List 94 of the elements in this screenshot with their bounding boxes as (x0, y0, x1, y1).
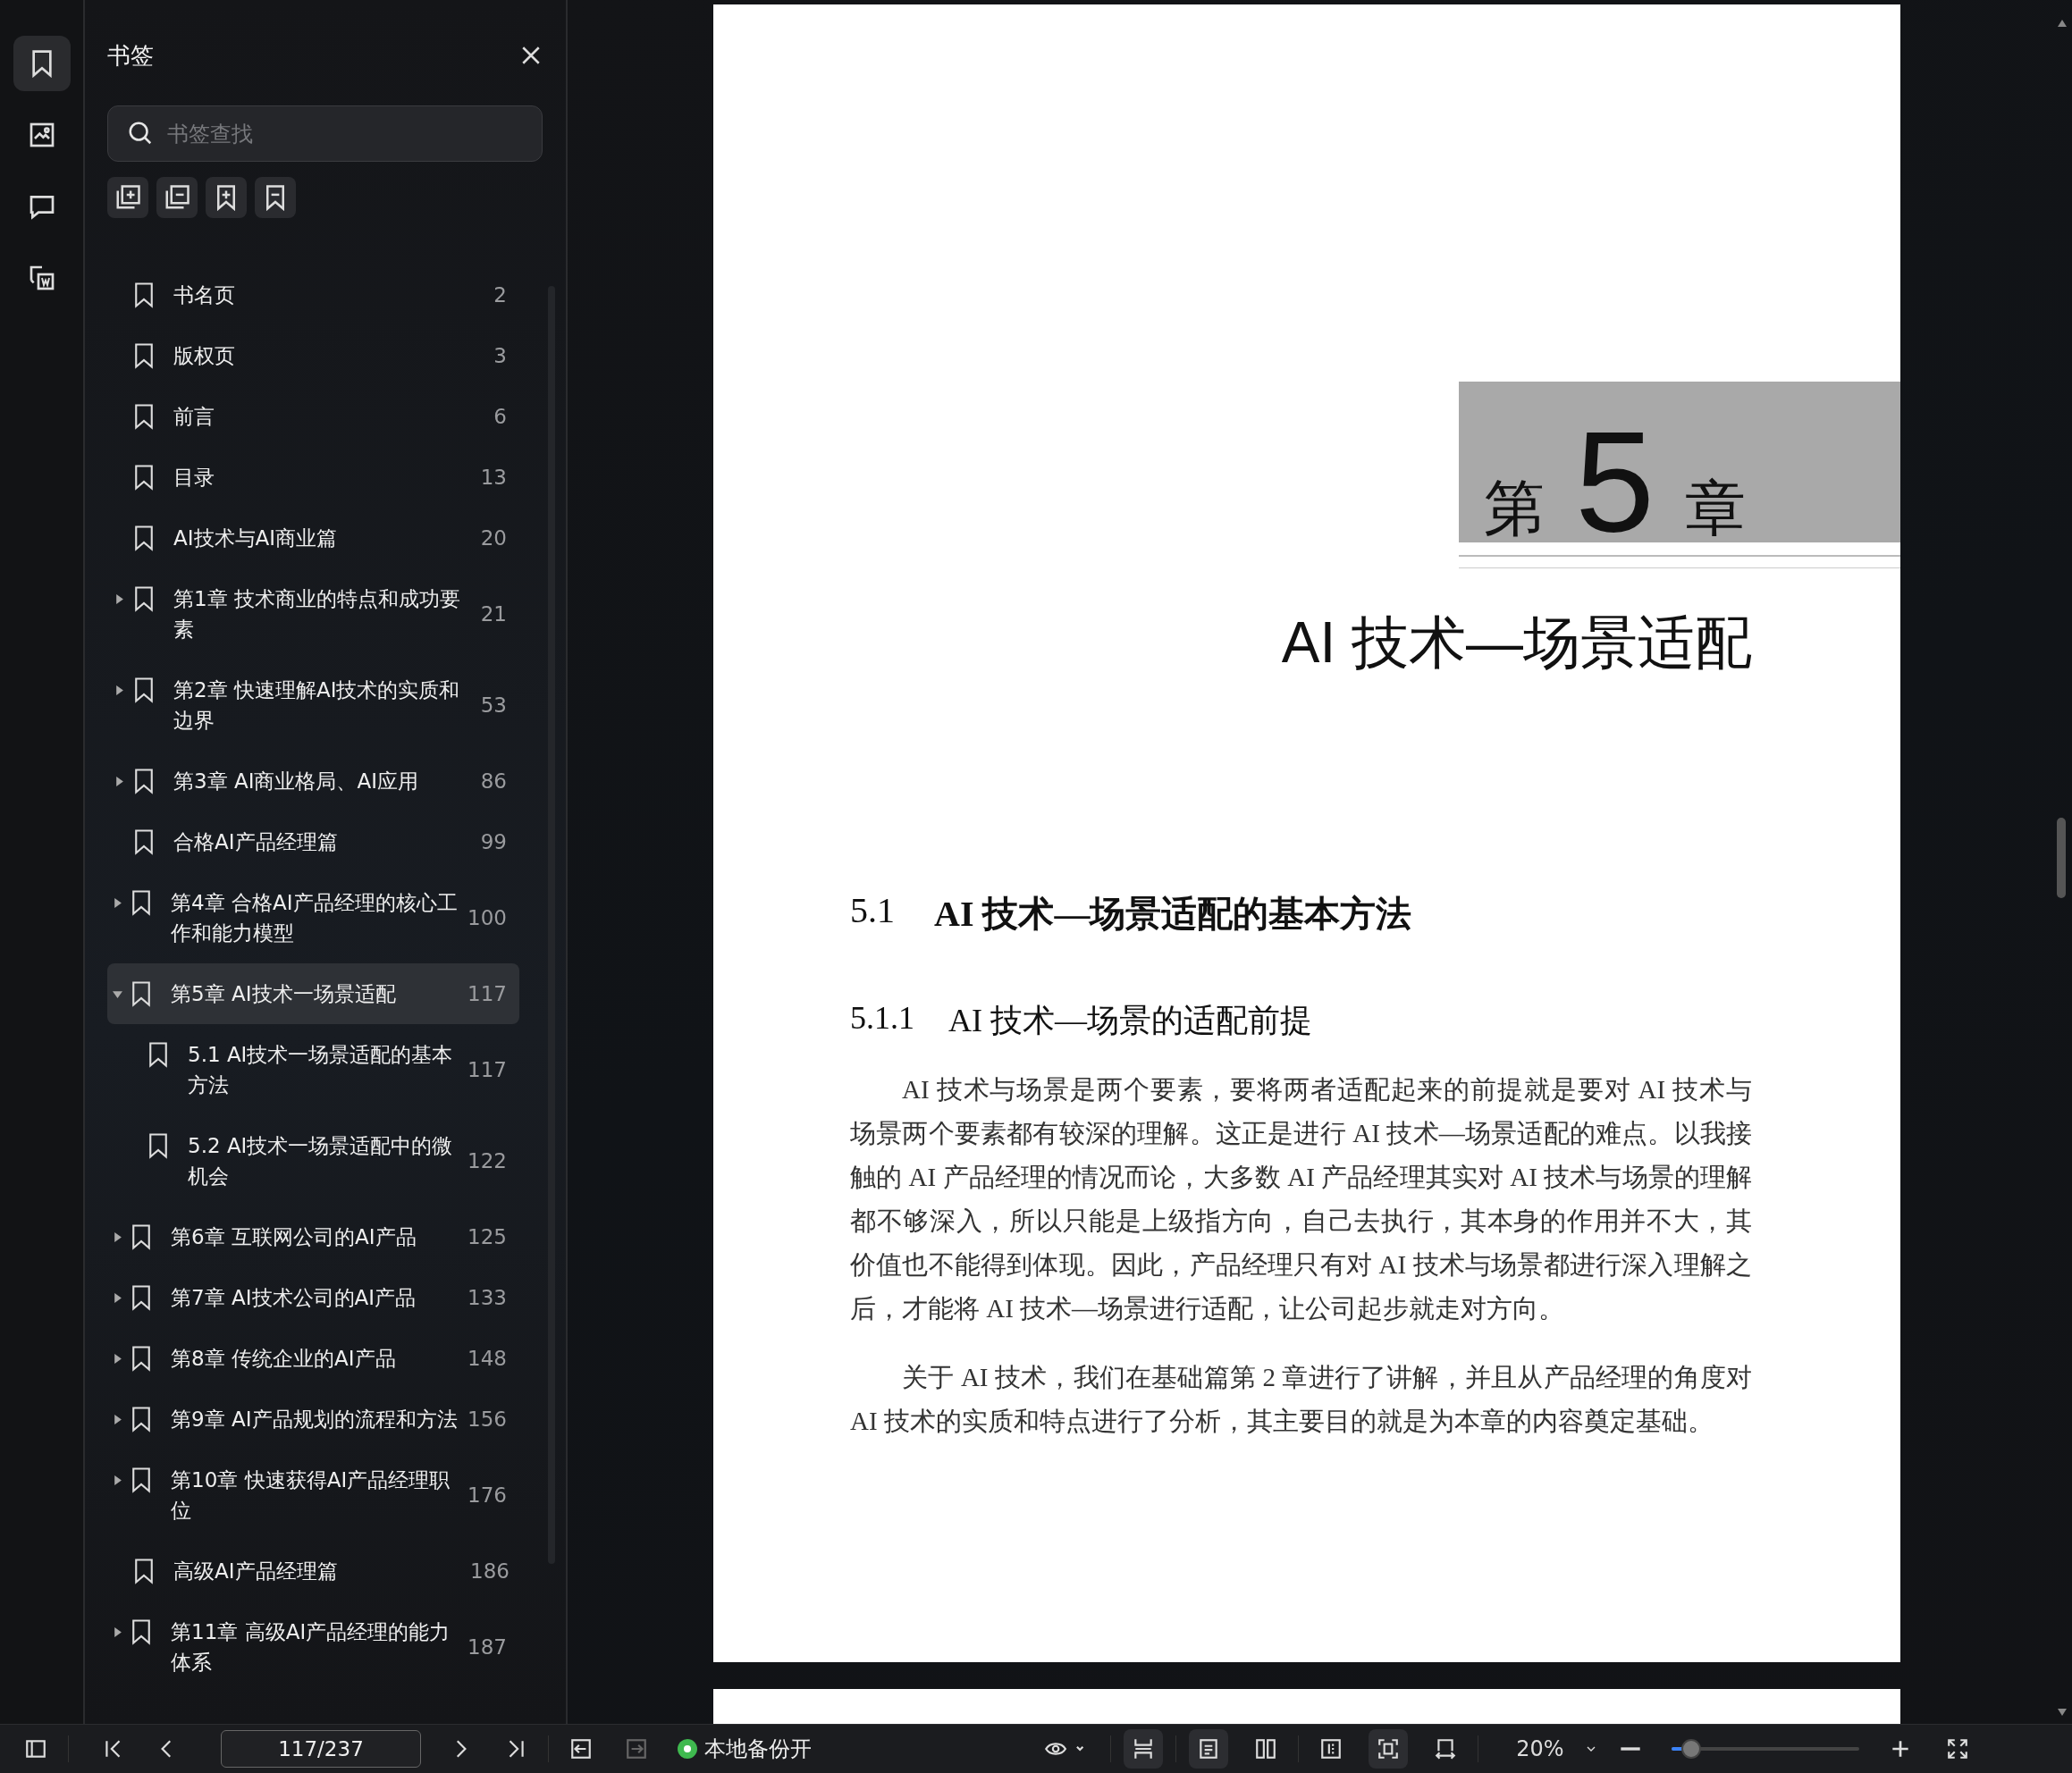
bookmark-title: 第6章 互联网公司的AI产品 (171, 1224, 417, 1250)
search-field[interactable]: 书签查找 (107, 105, 543, 162)
page-number: 13 (480, 465, 508, 491)
bookmark-title: 第4章 合格AI产品经理的核心工作和能力模型 (171, 890, 459, 946)
single-page-icon (1197, 1737, 1220, 1760)
page-number: 133 (467, 1285, 508, 1311)
single-page-button[interactable] (1189, 1729, 1228, 1769)
bookmark-item[interactable]: 第2章 快速理解AI技术的实质和边界 53 (107, 660, 519, 751)
bookmark-item[interactable]: 目录 13 (107, 447, 519, 508)
fullscreen-icon (1946, 1737, 1969, 1760)
page-number: 2 (493, 282, 508, 308)
page-number: 148 (467, 1346, 508, 1372)
heading-title: AI 技术—场景的适配前提 (948, 1002, 1312, 1040)
bookmark-title: 5.1 AI技术一场景适配的基本方法 (188, 1042, 454, 1098)
page-number: 86 (480, 769, 508, 794)
bookmark-item[interactable]: 合格AI产品经理篇 99 (107, 811, 519, 872)
fit-height-icon (1319, 1737, 1343, 1760)
backup-label: 本地备份开 (704, 1735, 812, 1763)
fit-page-button[interactable] (1369, 1729, 1408, 1769)
remove-bookmark-button[interactable] (255, 177, 296, 218)
sidebar-toggle-icon (24, 1737, 47, 1760)
paragraph: 关于 AI 技术，我们在基础篇第 2 章进行了讲解，并且从产品经理的角度对 AI 技术的实质和特点进行了分析，其主要目的就是为本章的内容奠定基础。 (850, 1362, 1752, 1437)
page-number: 186 (470, 1559, 510, 1584)
chapter-title: AI 技术—场景适配 (1280, 609, 1752, 676)
bookmark-title: 5.2 AI技术一场景适配中的微机会 (188, 1133, 454, 1189)
forward-icon (625, 1737, 648, 1760)
bookmark-title: 第3章 AI商业格局、AI应用 (173, 769, 419, 794)
page-number: 20 (480, 525, 508, 551)
search-icon (127, 120, 154, 147)
bookmark-title: 目录 (173, 465, 215, 491)
bookmark-item[interactable]: 前言 6 (107, 386, 519, 447)
bookmark-title: 第2章 快速理解AI技术的实质和边界 (173, 677, 461, 734)
page-number: 176 (467, 1483, 508, 1508)
chapter-label: 第 (1484, 478, 1545, 539)
page-number: 117 (467, 981, 508, 1007)
expand-all-button[interactable] (107, 177, 148, 218)
page-number-field[interactable]: 117/237 (221, 1730, 421, 1768)
bookmark-title: 第9章 AI产品规划的流程和方法 (171, 1407, 459, 1433)
bookmark-title: 第8章 传统企业的AI产品 (171, 1346, 397, 1372)
bookmark-title: 第11章 高级AI产品经理的能力体系 (171, 1619, 451, 1676)
page-number: 122 (467, 1148, 508, 1174)
paragraph: AI 技术与场景是两个要素，要将两者适配起来的前提就是要对 AI 技术与场景两个要素都有较深的理解。这正是进行 AI 技术—场景适配的难点。以我接触的 AI 产品经理的情况而论，大多数 AI 产品经理其实对 AI 技术与场景的理解都不够深入，所以只能是上级指方向，自己去执行，其本身的作用并不大，其价值也不能得到体现。因此，产品经理只有对 AI 技术与场景都进行深入理解之后，才能将 AI 技术—场景进行适配，让公司起步就走对方向。 (850, 1074, 1752, 1324)
page-number: 156 (467, 1407, 508, 1433)
minus-icon (1620, 1747, 1641, 1751)
bookmark-title: 书名页 (173, 282, 236, 308)
add-bookmark-button[interactable] (206, 177, 247, 218)
back-icon (569, 1737, 593, 1760)
two-page-icon (1254, 1737, 1277, 1760)
bookmark-title: 版权页 (173, 343, 236, 369)
page-number: 187 (467, 1634, 508, 1660)
bookmark-title: 第7章 AI技术公司的AI产品 (171, 1285, 417, 1311)
heading-number: 5.1 (850, 889, 895, 932)
heading-number: 5.1.1 (850, 999, 914, 1038)
page-number: 53 (480, 693, 508, 718)
bookmark-item[interactable]: 第9章 AI产品规划的流程和方法 156 (107, 1389, 519, 1449)
bookmark-title: 第5章 AI技术一场景适配 (171, 981, 397, 1007)
scroll-down-icon[interactable] (2058, 1709, 2067, 1716)
chapter-label: 章 (1685, 478, 1746, 539)
chapter-number: 5 (1575, 414, 1655, 550)
page-number: 99 (480, 829, 508, 855)
zoom-value: 20% (1515, 1736, 1565, 1761)
page-number: 21 (480, 601, 508, 627)
continuous-scroll-button[interactable] (1124, 1729, 1163, 1769)
bookmark-title: AI技术与AI商业篇 (173, 525, 339, 551)
bookmark-title: 合格AI产品经理篇 (173, 829, 339, 855)
scroll-up-icon[interactable] (2058, 20, 2067, 27)
bookmark-item[interactable]: 第8章 传统企业的AI产品 148 (107, 1328, 519, 1389)
page-number: 117 (467, 1057, 508, 1083)
page-number: 100 (467, 905, 508, 931)
page-number: 6 (493, 404, 508, 430)
bookmark-item[interactable]: AI技术与AI商业篇 20 (107, 508, 519, 568)
bookmark-title: 第1章 技术商业的特点和成功要素 (173, 586, 461, 643)
bookmark-item[interactable]: 书名页 2 (107, 265, 519, 325)
expand-all-icon (114, 184, 141, 211)
bookmark-item[interactable]: 高级AI产品经理篇 186 (107, 1541, 519, 1601)
bookmark-item[interactable]: 第6章 互联网公司的AI产品 125 (107, 1206, 519, 1267)
bookmark-title: 高级AI产品经理篇 (173, 1559, 339, 1584)
fit-width-icon (1434, 1737, 1457, 1760)
bookmark-title: 第10章 快速获得AI产品经理职位 (171, 1467, 451, 1524)
heading-title: AI 技术—场景适配的基本方法 (934, 893, 1412, 936)
panel-title: 书签 (107, 40, 154, 71)
bookmark-item[interactable]: 版权页 3 (107, 325, 519, 386)
page-number: 3 (493, 343, 508, 369)
collapse-all-button[interactable] (156, 177, 198, 218)
continuous-scroll-icon (1132, 1737, 1155, 1760)
bookmark-item[interactable]: 第7章 AI技术公司的AI产品 133 (107, 1267, 519, 1328)
page-number: 125 (467, 1224, 508, 1250)
fit-page-icon (1377, 1737, 1400, 1760)
bookmark-item[interactable]: 第5章 AI技术一场景适配 117 (107, 963, 519, 1024)
scrollbar-thumb[interactable] (2057, 818, 2066, 898)
bookmark-tab[interactable] (13, 36, 71, 91)
collapse-all-icon (164, 184, 190, 211)
bookmark-title: 前言 (173, 404, 215, 430)
bookmark-item[interactable]: 第3章 AI商业格局、AI应用 86 (107, 751, 519, 811)
